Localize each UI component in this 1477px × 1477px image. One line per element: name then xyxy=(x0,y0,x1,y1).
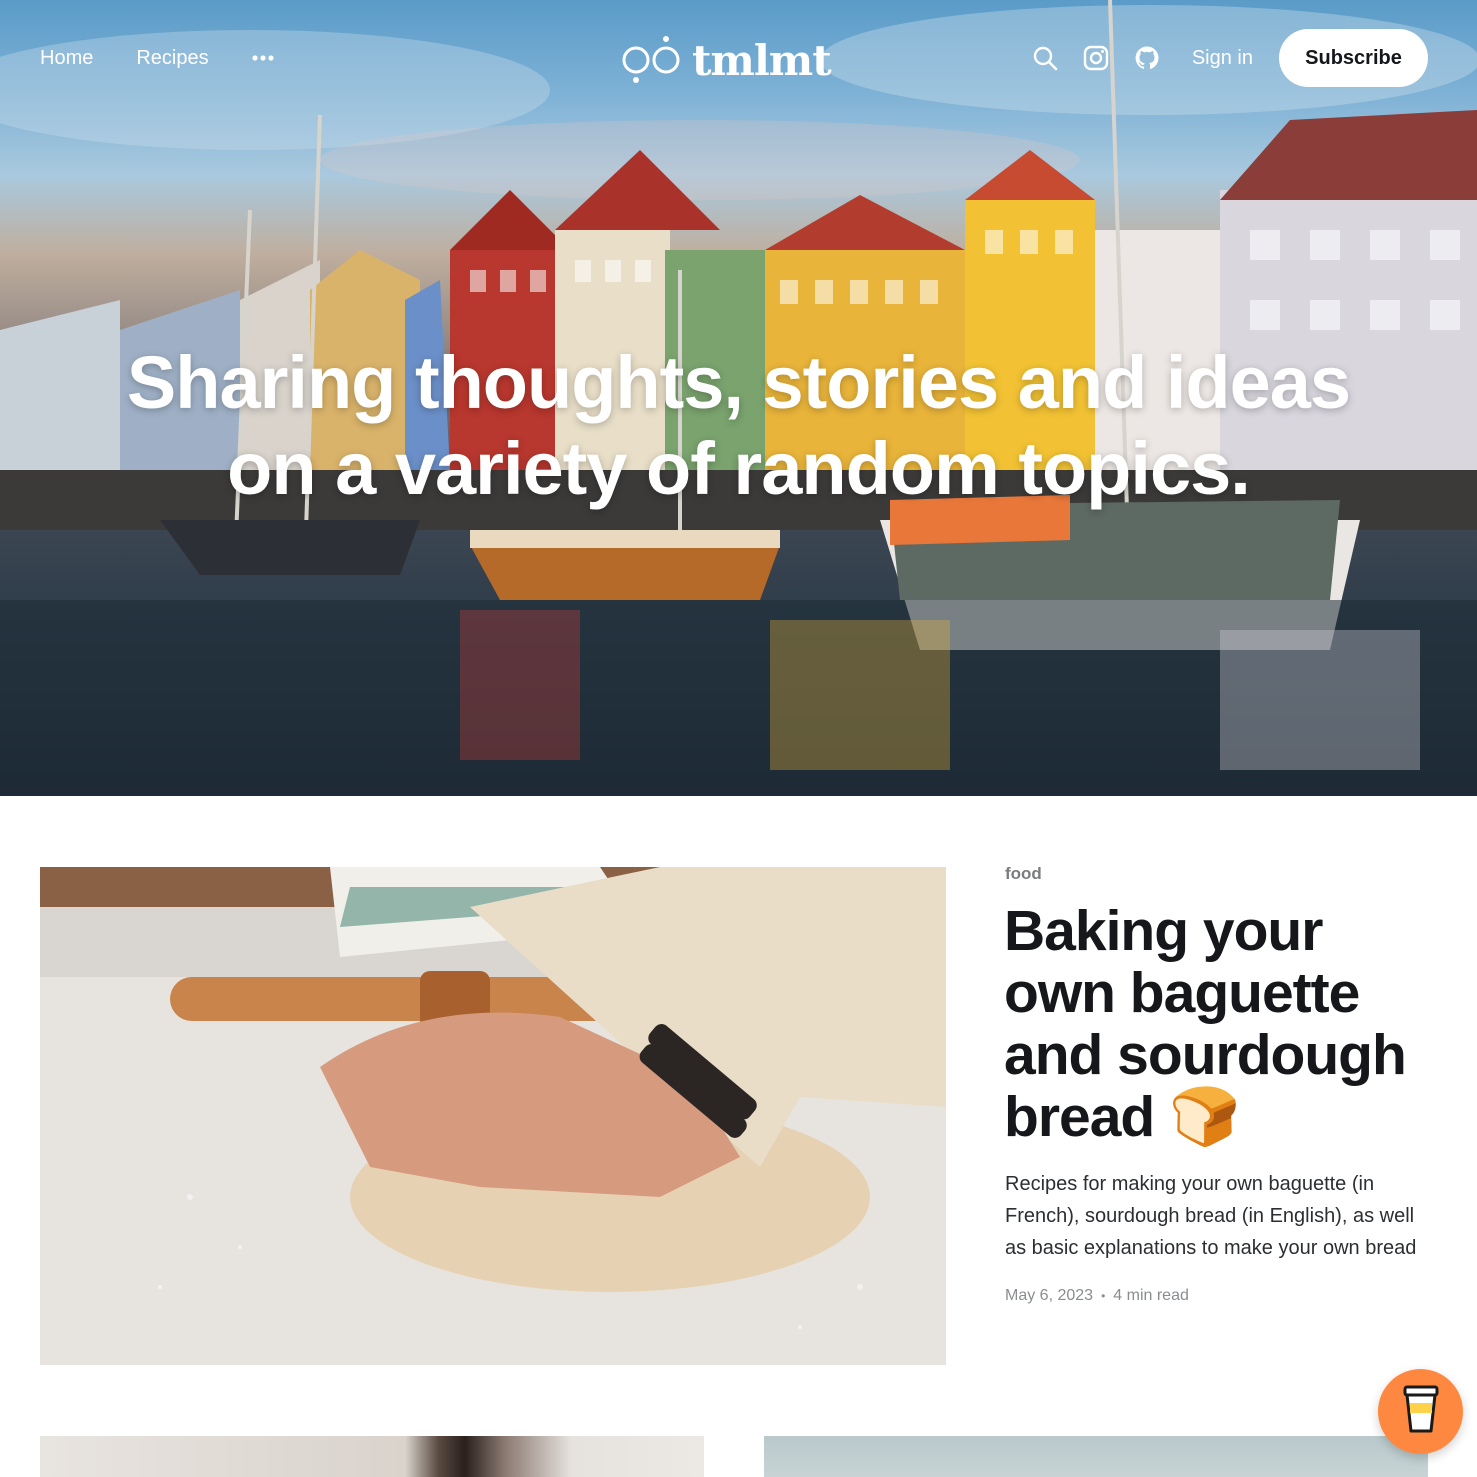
nav-recipes-link[interactable]: Recipes xyxy=(136,36,208,80)
subscribe-button[interactable]: Subscribe xyxy=(1279,29,1428,87)
nav-home-link[interactable]: Home xyxy=(40,36,93,80)
hero-headline-line-2: on a variety of random topics. xyxy=(227,427,1251,510)
brand-name: tmlmt xyxy=(692,35,832,85)
hero-section: Home Recipes tmlmt Sign in Subscribe Sha… xyxy=(0,0,1477,796)
post-title[interactable]: Baking your own baguette and sourdough b… xyxy=(1004,900,1444,1148)
meta-separator: • xyxy=(1101,1289,1106,1303)
post-date: May 6, 2023 xyxy=(1005,1287,1094,1304)
header-actions: Sign in Subscribe xyxy=(1031,29,1428,87)
ellipsis-icon[interactable] xyxy=(252,36,274,80)
sign-in-link[interactable]: Sign in xyxy=(1192,47,1253,70)
post-meta: May 6, 2023 • 4 min read xyxy=(1005,1287,1189,1305)
tmlmt-logo-icon xyxy=(622,30,684,91)
coffee-cup-icon xyxy=(1401,1383,1441,1440)
site-logo[interactable]: tmlmt xyxy=(622,30,832,91)
post-card-image[interactable] xyxy=(764,1436,1428,1477)
post-card-image[interactable] xyxy=(40,1436,704,1477)
post-tag[interactable]: food xyxy=(1005,864,1042,884)
featured-post-image[interactable] xyxy=(40,867,946,1365)
primary-nav: Home Recipes xyxy=(40,36,274,80)
hero-headline: Sharing thoughts, stories and ideas on a… xyxy=(0,340,1477,512)
search-icon[interactable] xyxy=(1031,44,1059,72)
instagram-icon[interactable] xyxy=(1082,44,1110,72)
hero-headline-line-1: Sharing thoughts, stories and ideas xyxy=(126,341,1351,424)
github-icon[interactable] xyxy=(1133,44,1161,72)
post-read-time: 4 min read xyxy=(1113,1287,1189,1304)
buy-me-a-coffee-button[interactable] xyxy=(1378,1369,1463,1454)
post-excerpt: Recipes for making your own baguette (in… xyxy=(1005,1173,1417,1259)
